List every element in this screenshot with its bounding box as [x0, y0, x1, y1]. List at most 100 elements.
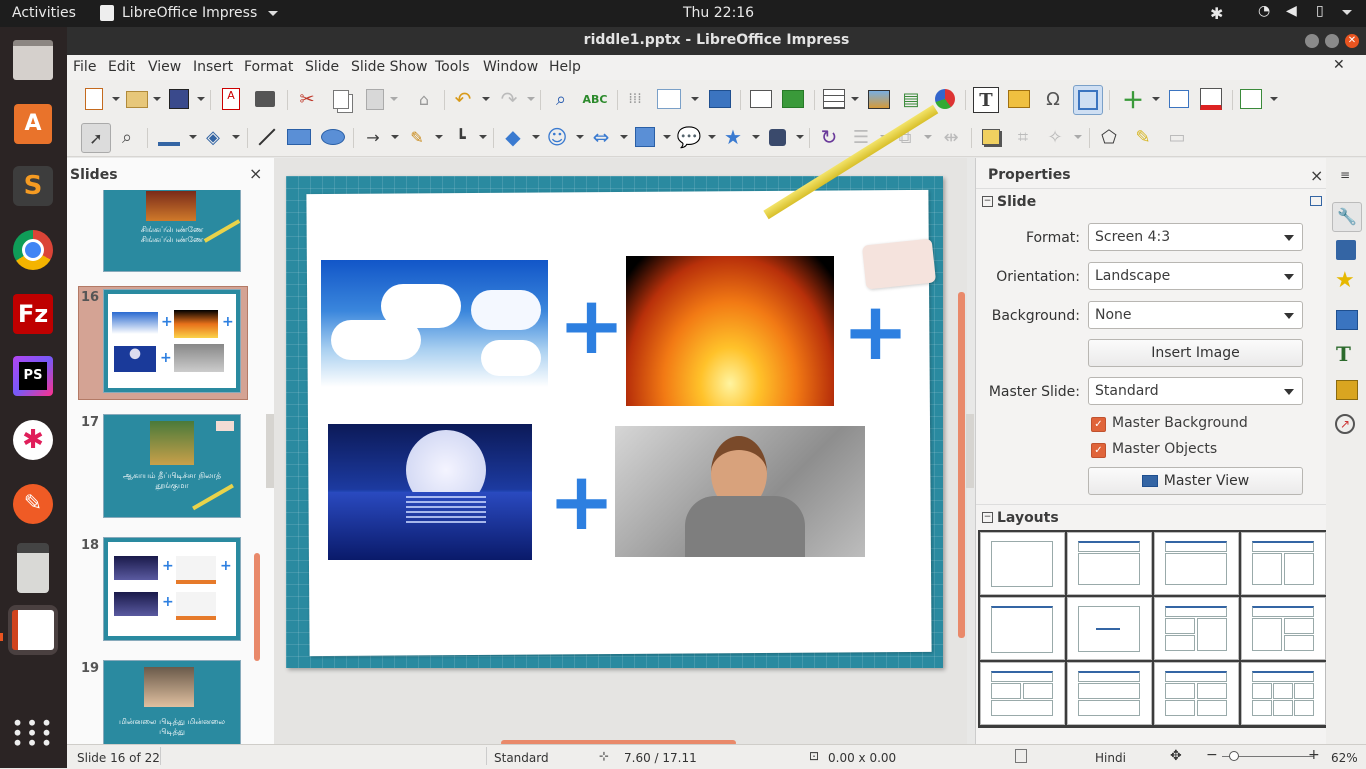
print-icon[interactable]: [253, 87, 277, 111]
fill-color-dropdown-icon[interactable]: [232, 135, 240, 139]
menu-format[interactable]: Format: [244, 59, 293, 75]
sleeping-boy-image[interactable]: [615, 426, 865, 557]
layout-title-2-content-content[interactable]: [1154, 597, 1239, 660]
layout-title-4-content[interactable]: [1154, 662, 1239, 725]
insert-image-button[interactable]: Insert Image: [1088, 339, 1303, 367]
media-icon[interactable]: ▤: [899, 87, 923, 111]
master-slide-dropdown[interactable]: Standard: [1088, 377, 1303, 405]
shadow-icon[interactable]: [979, 125, 1003, 149]
master-objects-label[interactable]: Master Objects: [1112, 441, 1217, 457]
layout-title-2-content-over[interactable]: [980, 662, 1065, 725]
table-dropdown-icon[interactable]: [851, 97, 859, 101]
document-modified-icon[interactable]: [1015, 749, 1027, 763]
undo-dropdown-icon[interactable]: [482, 97, 490, 101]
minimize-button[interactable]: [1305, 34, 1319, 48]
layouts-section-title[interactable]: Layouts: [997, 510, 1059, 526]
layout-title-2-content[interactable]: [1241, 532, 1326, 595]
layout-title-content[interactable]: [1067, 532, 1152, 595]
filter-icon[interactable]: ✧: [1043, 125, 1067, 149]
plus-sign-1[interactable]: +: [558, 286, 625, 366]
slide-thumbnail-18[interactable]: + + +: [103, 537, 241, 641]
slides-pane-collapse-handle[interactable]: [266, 414, 274, 488]
new-dropdown-icon[interactable]: [112, 97, 120, 101]
master-slide-icon[interactable]: [708, 87, 732, 111]
sidebar-collapse-handle[interactable]: [966, 414, 974, 488]
basic-shapes-dropdown-icon[interactable]: [532, 135, 540, 139]
master-background-checkbox[interactable]: ✓: [1091, 417, 1106, 432]
master-view-button[interactable]: Master View: [1088, 467, 1303, 495]
start-from-current-icon[interactable]: [781, 87, 805, 111]
zoom-out-icon[interactable]: −: [1206, 747, 1218, 763]
menu-window[interactable]: Window: [483, 59, 538, 75]
gallery-tab-icon[interactable]: [1336, 380, 1358, 400]
close-document-icon[interactable]: ✕: [1333, 57, 1345, 73]
layout-centered-text[interactable]: [1067, 597, 1152, 660]
find-replace-icon[interactable]: ⌕: [549, 87, 573, 111]
symbol-shapes-icon[interactable]: ☺: [545, 125, 569, 149]
system-menu-chevron-icon[interactable]: [1342, 10, 1352, 15]
filezilla-icon[interactable]: Fz: [8, 289, 58, 339]
slack-tray-icon[interactable]: ✱: [1210, 4, 1223, 23]
slide-properties-more-icon[interactable]: [1310, 196, 1322, 206]
callout-dropdown-icon[interactable]: [708, 135, 716, 139]
slide-canvas[interactable]: + + +: [286, 104, 943, 668]
master-background-label[interactable]: Master Background: [1112, 415, 1248, 431]
clouds-image[interactable]: [321, 260, 548, 387]
menu-file[interactable]: File: [73, 59, 96, 75]
master-slides-tab-icon[interactable]: [1336, 310, 1358, 330]
delete-slide-icon[interactable]: [1199, 87, 1223, 111]
open-dropdown-icon[interactable]: [153, 97, 161, 101]
activities-button[interactable]: Activities: [12, 5, 76, 21]
text-box-icon[interactable]: T: [973, 87, 999, 113]
plus-sign-3[interactable]: +: [548, 462, 615, 542]
styles-tab-icon[interactable]: T: [1336, 344, 1351, 364]
slide-transition-tab-icon[interactable]: [1336, 240, 1356, 260]
open-icon[interactable]: [125, 87, 149, 111]
collapse-layouts-section-icon[interactable]: −: [982, 512, 993, 523]
block-arrows-icon[interactable]: ⇔: [589, 125, 613, 149]
zoom-level[interactable]: 62%: [1331, 751, 1358, 765]
paste-dropdown-icon[interactable]: [390, 97, 398, 101]
crop-icon[interactable]: ⌗: [1011, 125, 1035, 149]
slide-thumbnail-15[interactable]: சிங்கப்பெண்ணே சிங்கப்பெண்ணே: [103, 190, 241, 272]
block-arrows-dropdown-icon[interactable]: [620, 135, 628, 139]
slide-layout-icon[interactable]: [1239, 87, 1263, 111]
maximize-button[interactable]: [1325, 34, 1339, 48]
phpstorm-icon[interactable]: PS: [8, 351, 58, 401]
image-icon[interactable]: [867, 87, 891, 111]
arrange-dropdown-icon[interactable]: [924, 135, 932, 139]
special-character-icon[interactable]: Ω: [1041, 87, 1065, 111]
curve-icon[interactable]: ✎: [405, 125, 429, 149]
libreoffice-impress-dock-icon[interactable]: [8, 605, 58, 655]
new-slide-dropdown-icon[interactable]: [1152, 97, 1160, 101]
master-objects-checkbox[interactable]: ✓: [1091, 443, 1106, 458]
flowchart-icon[interactable]: [633, 125, 657, 149]
battery-icon[interactable]: ▯: [1316, 3, 1324, 19]
slides-scrollbar-thumb[interactable]: [254, 553, 260, 661]
fill-color-icon[interactable]: ◈: [201, 125, 225, 149]
new-icon[interactable]: [82, 87, 106, 111]
layout-title-content-2-content[interactable]: [1241, 597, 1326, 660]
text-language[interactable]: Hindi: [1095, 751, 1126, 765]
basic-shapes-icon[interactable]: ◆: [501, 125, 525, 149]
format-dropdown[interactable]: Screen 4:3: [1088, 223, 1303, 251]
layout-title-content-2[interactable]: [1154, 532, 1239, 595]
export-pdf-icon[interactable]: A: [219, 87, 243, 111]
redo-icon[interactable]: ↷: [497, 87, 521, 111]
clone-formatting-icon[interactable]: ⌂: [412, 87, 436, 111]
slide-thumbnail-19[interactable]: மின்னலை பிடித்து மின்னலை பிடித்து: [103, 660, 241, 744]
redo-dropdown-icon[interactable]: [527, 97, 535, 101]
3d-objects-icon[interactable]: [765, 125, 789, 149]
menu-slide-show[interactable]: Slide Show: [351, 59, 427, 75]
slide-layout-dropdown-icon[interactable]: [1270, 97, 1278, 101]
fontwork-icon[interactable]: [1007, 87, 1031, 111]
moon-sea-image[interactable]: [328, 424, 532, 560]
save-icon[interactable]: [167, 87, 191, 111]
ellipse-icon[interactable]: [321, 125, 345, 149]
line-color-dropdown-icon[interactable]: [189, 135, 197, 139]
3d-objects-dropdown-icon[interactable]: [796, 135, 804, 139]
stars-dropdown-icon[interactable]: [752, 135, 760, 139]
slides-pane-close-icon[interactable]: ×: [249, 164, 262, 183]
table-icon[interactable]: [822, 87, 846, 111]
animation-tab-icon[interactable]: ★: [1335, 270, 1355, 292]
